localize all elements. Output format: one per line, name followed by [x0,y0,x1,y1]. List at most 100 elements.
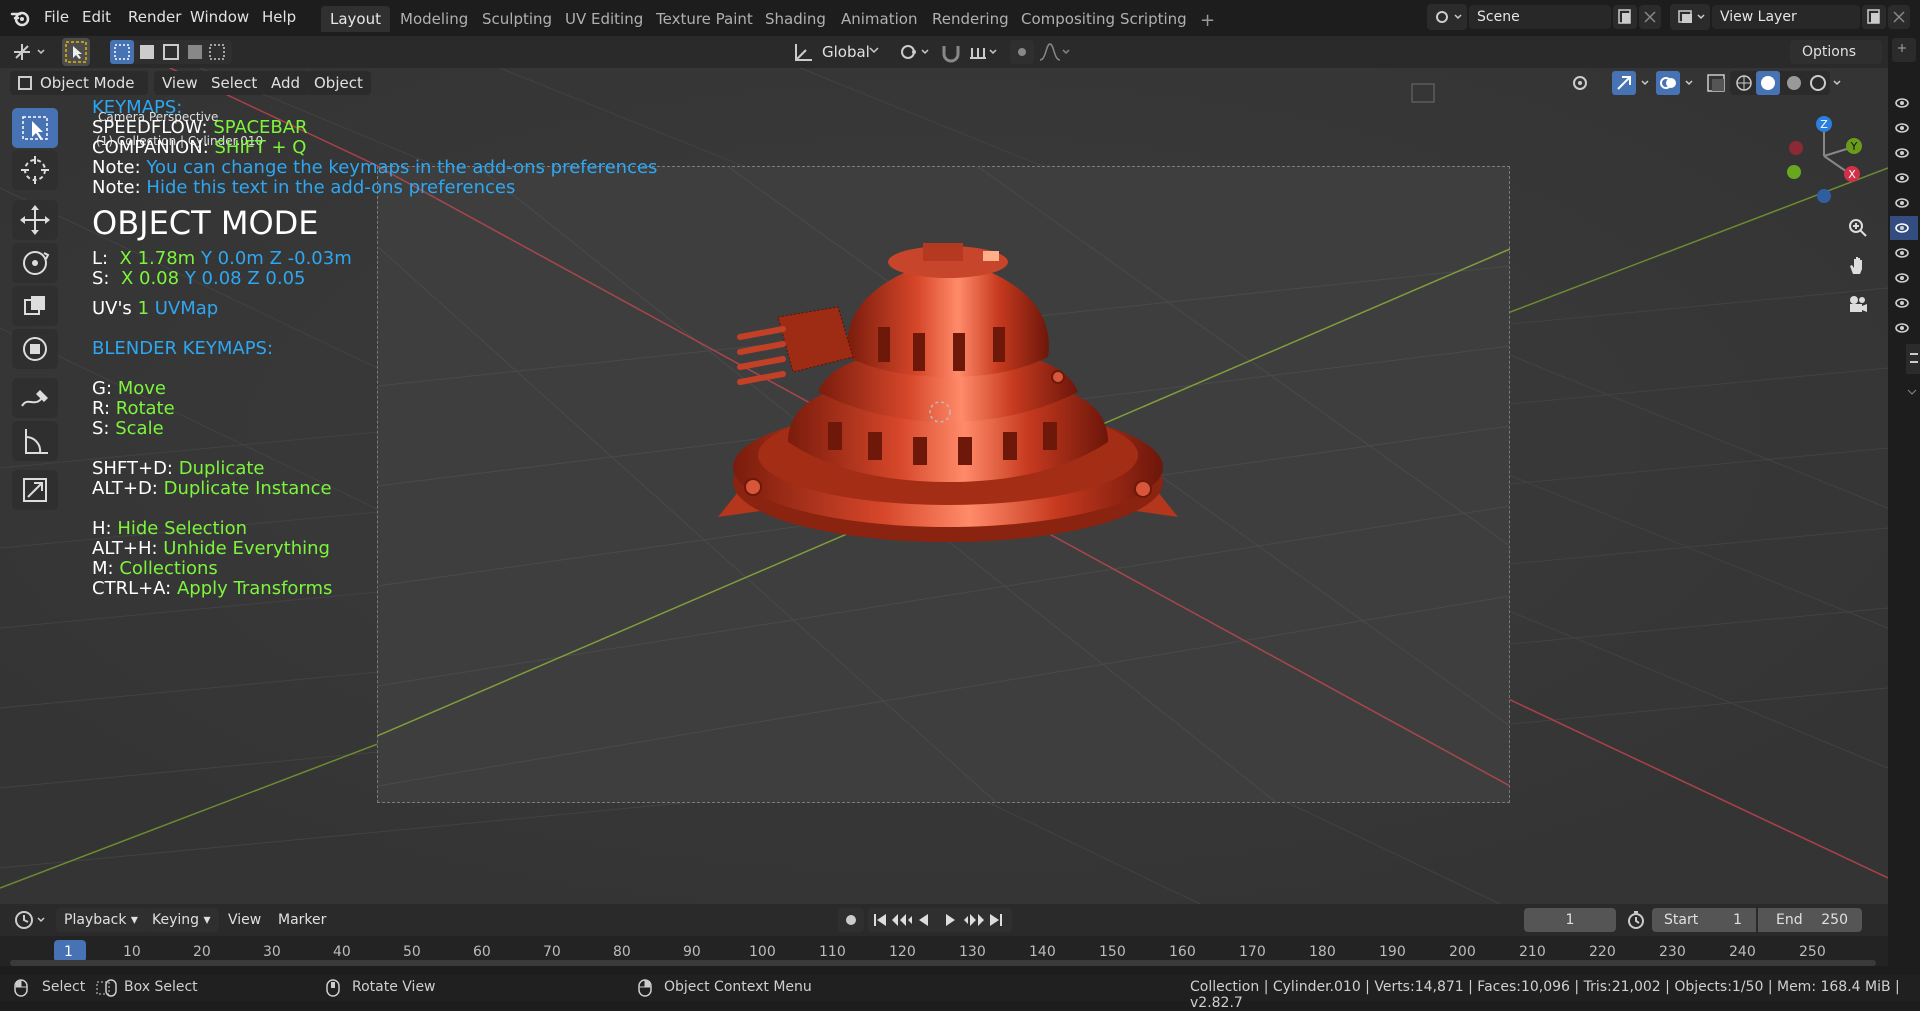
object-mode-icon [18,76,32,90]
end-label: End [1776,912,1803,928]
keymap-line: G: Move [92,378,167,399]
frame-tick: 230 [1659,944,1686,960]
mouse-middle-icon [326,979,340,997]
tool-rotate[interactable] [12,243,58,283]
location-line: L: X 1.78m Y 0.0m Z -0.03m [92,248,352,269]
tab-compositing[interactable]: Compositing [1012,6,1124,32]
cylinder-object-render[interactable] [718,227,1178,547]
menu-object[interactable]: Object [306,71,371,95]
frame-tick: 10 [123,944,141,960]
frame-tick: 150 [1099,944,1126,960]
menu-file[interactable]: File [40,6,73,28]
tab-uv-editing[interactable]: UV Editing [556,6,652,32]
start-frame-field[interactable]: Start 1 [1652,908,1756,932]
proportional-edit-icon[interactable] [1010,40,1034,64]
keymap-line: R: Rotate [92,398,175,419]
delete-scene-icon[interactable] [1639,5,1661,29]
menu-add[interactable]: Add [263,71,309,95]
tab-shading[interactable]: Shading [756,6,835,32]
navigation-gizmo[interactable]: Z Y X [1778,112,1878,212]
frame-tick: 20 [193,944,211,960]
keymap-line: ALT+H: Unhide Everything [92,538,330,559]
frame-tick: 200 [1449,944,1476,960]
transform-orientation-icon[interactable] [790,40,820,64]
new-view-layer-icon[interactable] [1862,5,1886,29]
playback-menu[interactable]: Playback ▾ [56,908,146,932]
scene-name-field[interactable]: Scene [1469,5,1611,29]
keying-menu[interactable]: Keying ▾ [144,908,219,932]
timeline-editor-icon[interactable] [12,908,50,932]
box-select-icon [96,979,118,997]
tool-cursor[interactable] [12,150,58,190]
tab-rendering[interactable]: Rendering [923,6,1018,32]
scene-browse-button[interactable] [1427,4,1467,30]
blender-logo-icon[interactable] [10,8,32,28]
frame-tick: 190 [1379,944,1406,960]
outliner-strip [1888,36,1920,986]
options-dropdown[interactable]: Options [1790,40,1882,64]
new-scene-icon[interactable] [1613,5,1637,29]
menu-render[interactable]: Render [124,6,185,28]
pan-hand-icon[interactable] [1846,254,1870,278]
editor-type-icon[interactable] [10,40,50,64]
mode-title: OBJECT MODE [92,204,319,242]
timeline-ruler[interactable]: 1 10 20 30 40 50 60 70 80 90 100 110 120… [0,936,1888,966]
frame-tick: 30 [263,944,281,960]
menu-select[interactable]: Select [203,71,266,95]
orientation-dropdown[interactable]: Global [822,40,870,64]
status-bar: Select Box Select Rotate View Object Con… [0,975,1920,1011]
tab-scripting[interactable]: Scripting [1111,6,1196,32]
tab-animation[interactable]: Animation [832,6,926,32]
timeline-view-menu[interactable]: View [220,908,269,932]
delete-view-layer-icon[interactable] [1888,5,1910,29]
selection-mode-group [110,40,232,64]
playback-label: Playback [64,912,127,928]
viewport-shading-bar [1566,70,1890,96]
frame-tick: 70 [543,944,561,960]
tab-texture-paint[interactable]: Texture Paint [647,6,762,32]
view-layer-browse-button[interactable] [1670,4,1710,30]
view-layer-field[interactable]: View Layer [1712,5,1860,29]
tool-add-cube[interactable] [12,470,58,510]
tab-layout[interactable]: Layout [321,6,390,32]
camera-view-icon[interactable] [1846,292,1870,316]
pivot-point-icon[interactable] [896,40,932,64]
scene-statistics: Collection | Cylinder.010 | Verts:14,871… [1190,979,1900,1011]
add-workspace-icon[interactable]: + [1200,10,1215,31]
menu-view[interactable]: View [154,71,206,95]
frame-tick: 50 [403,944,421,960]
falloff-icon[interactable] [1038,40,1074,64]
frame-tick: 130 [959,944,986,960]
tool-scale[interactable] [12,286,58,326]
tab-sculpting[interactable]: Sculpting [473,6,561,32]
start-value: 1 [1733,912,1742,928]
current-frame-field[interactable]: 1 [1524,908,1616,932]
menu-help[interactable]: Help [258,6,300,28]
end-frame-field[interactable]: End 250 [1758,908,1862,932]
tool-transform[interactable] [12,329,58,369]
tool-move[interactable] [12,200,58,240]
tool-measure[interactable] [12,421,58,461]
stopwatch-icon[interactable] [1624,908,1648,932]
gizmo-x-label: X [1848,168,1856,181]
status-box-select: Box Select [124,979,198,995]
frame-tick: 180 [1309,944,1336,960]
lock-camera-icon[interactable] [1410,82,1436,104]
timeline-scrollbar[interactable] [10,960,1876,966]
menu-edit[interactable]: Edit [78,6,115,28]
timeline-marker-menu[interactable]: Marker [270,908,334,932]
tab-modeling[interactable]: Modeling [391,6,477,32]
record-button[interactable] [838,908,864,932]
keymap-line: M: Collections [92,558,218,579]
uvs-line: UV's 1 UVMap [92,298,219,319]
tool-annotate[interactable] [12,378,58,418]
tool-select-box[interactable] [12,108,58,148]
snap-magnet-icon[interactable] [938,40,964,64]
mouse-left-icon [14,979,28,997]
mode-dropdown[interactable]: Object Mode [10,71,148,95]
menu-window[interactable]: Window [186,6,253,28]
snap-target-icon[interactable] [966,40,1002,64]
note-hide-line: Note: Hide this text in the add-ons pref… [92,177,516,198]
select-tool-icon[interactable] [62,38,90,66]
zoom-icon[interactable] [1846,216,1870,240]
